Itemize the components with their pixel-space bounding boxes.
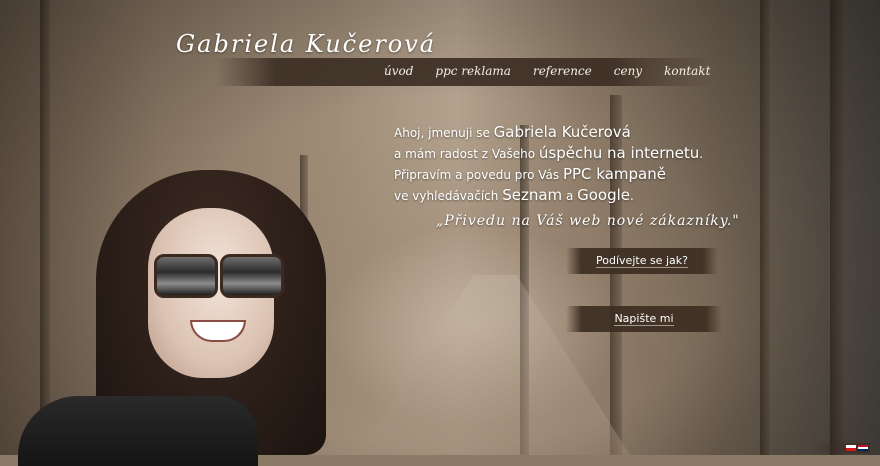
flag-cz-icon[interactable] — [846, 445, 856, 451]
intro-text-part: Připravím a povedu pro Vás — [394, 168, 563, 182]
look-how-button[interactable]: Podívejte se jak? — [566, 248, 718, 274]
intro-highlight-success: úspěchu na internetu — [538, 144, 700, 162]
intro-highlight-name: Gabriela Kučerová — [493, 123, 631, 141]
sunglasses — [154, 254, 284, 298]
intro-text-part: a mám radost z Vašeho — [394, 147, 539, 161]
portrait-photo — [18, 170, 398, 466]
intro-text-part: Ahoj, jmenuji se — [394, 126, 494, 140]
sunglasses-lens-right — [220, 254, 284, 298]
nav-item-ceny[interactable]: ceny — [614, 64, 642, 78]
nav-item-kontakt[interactable]: kontakt — [664, 64, 710, 78]
intro-highlight-seznam: Seznam — [502, 186, 563, 204]
look-how-label: Podívejte se jak? — [596, 254, 688, 268]
write-me-label: Napište mi — [614, 312, 674, 326]
intro-text-part: ve vyhledávačích — [394, 189, 503, 203]
write-me-button[interactable]: Napište mi — [566, 306, 722, 332]
logo-text: Gabriela Kučerová — [176, 30, 437, 58]
flag-uk-icon[interactable] — [858, 445, 868, 451]
intro-text-part: a — [562, 189, 578, 203]
language-switch[interactable] — [810, 443, 870, 453]
nav-item-reference[interactable]: reference — [533, 64, 592, 78]
intro-highlight-google: Google — [577, 186, 631, 204]
intro-line-2: a mám radost z Vašeho úspěchu na interne… — [394, 143, 714, 164]
tagline-quote: „Přivedu na Váš web nové zákazníky." — [436, 213, 740, 229]
intro-text-part: . — [699, 147, 704, 161]
main-nav: úvod ppc reklama reference ceny kontakt — [384, 64, 710, 78]
intro-line-4: ve vyhledávačích Seznam a Google. — [394, 185, 714, 206]
sunglasses-lens-left — [154, 254, 218, 298]
nav-item-ppc-reklama[interactable]: ppc reklama — [435, 64, 511, 78]
intro-highlight-ppc: PPC kampaně — [562, 165, 666, 183]
intro-text-part: . — [630, 189, 634, 203]
intro-line-3: Připravím a povedu pro Vás PPC kampaně — [394, 164, 714, 185]
portrait-coat — [18, 396, 258, 466]
intro-text: Ahoj, jmenuji se Gabriela Kučerová a mám… — [394, 122, 714, 206]
nav-item-uvod[interactable]: úvod — [384, 64, 413, 78]
intro-line-1: Ahoj, jmenuji se Gabriela Kučerová — [394, 122, 714, 143]
